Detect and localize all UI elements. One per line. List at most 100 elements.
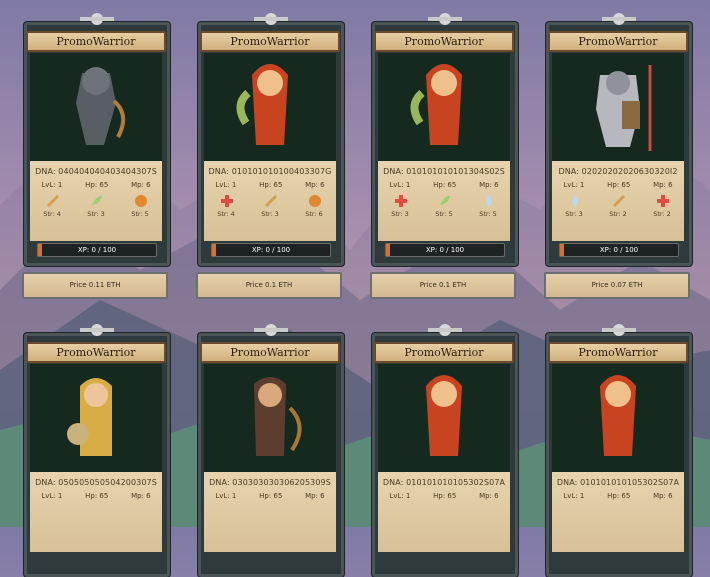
- price-plate: Price 0.11 ETH: [22, 272, 168, 299]
- mp: Mp: 6: [131, 181, 151, 189]
- fire-mage-icon: [378, 364, 510, 472]
- leaf-icon: [439, 195, 450, 205]
- skill-2[interactable]: Str: 3: [81, 192, 111, 218]
- dna: DNA: 040404040403404307S: [35, 167, 157, 176]
- card-2[interactable]: PromoWarrior DNA: 010101010100403307G Lv…: [198, 13, 344, 266]
- portrait: [204, 364, 336, 472]
- heal-cross-icon: [394, 195, 407, 207]
- card-title: PromoWarrior: [26, 31, 166, 52]
- hp: Hp: 65: [607, 181, 631, 189]
- card-3[interactable]: PromoWarrior DNA: 010101010101304S02S Lv…: [372, 13, 518, 266]
- mp: Mp: 6: [653, 492, 673, 500]
- sword-icon: [46, 194, 59, 208]
- skill-3[interactable]: Str: 5: [473, 192, 503, 218]
- skill-3[interactable]: Str: 6: [299, 192, 329, 218]
- portrait: [30, 53, 162, 161]
- skull-icon: [602, 324, 636, 336]
- dna: DNA: 030303030306205309S: [209, 478, 331, 487]
- xp-text: XP: 0 / 100: [599, 246, 639, 254]
- sword-icon: [612, 194, 625, 208]
- xp-text: XP: 0 / 100: [251, 246, 291, 254]
- skill-2[interactable]: Str: 3: [255, 192, 285, 218]
- level: LvL: 1: [389, 181, 411, 189]
- skill-label: Str: 5: [435, 210, 453, 218]
- skull-icon: [428, 13, 462, 25]
- card-title: PromoWarrior: [200, 31, 340, 52]
- xp-text: XP: 0 / 100: [425, 246, 465, 254]
- price-plate: Price 0.1 ETH: [370, 272, 516, 299]
- star-icon: [134, 195, 147, 207]
- skull-icon: [254, 324, 288, 336]
- price-plate: Price 0.07 ETH: [544, 272, 690, 299]
- heal-cross-icon: [220, 195, 233, 207]
- mp: Mp: 6: [305, 181, 325, 189]
- card-title: PromoWarrior: [374, 342, 514, 363]
- dna: DNA: 010101010100403307G: [208, 167, 332, 176]
- card-5[interactable]: PromoWarrior DNA: 050505050504200307S LvL…: [24, 324, 170, 577]
- paladin-icon: [30, 364, 162, 472]
- card-1[interactable]: PromoWarrior DNA: 040404040403404307S Lv…: [24, 13, 170, 266]
- stats-panel: DNA: 050505050504200307S LvL: 1 Hp: 65 Mp: …: [30, 472, 162, 552]
- stats-panel: DNA: 010101010105302S07A LvL: 1 Hp: 65 Mp: …: [552, 472, 684, 552]
- card-title: PromoWarrior: [200, 342, 340, 363]
- level: LvL: 1: [215, 181, 237, 189]
- portrait: [378, 364, 510, 472]
- skill-1[interactable]: Str: 4: [211, 192, 241, 218]
- skill-1[interactable]: Str: 4: [37, 192, 67, 218]
- hp: Hp: 65: [433, 181, 457, 189]
- skill-2[interactable]: Str: 2: [603, 192, 633, 218]
- card-7[interactable]: PromoWarrior DNA: 010101010105302S07A LvL…: [372, 324, 518, 577]
- dna: DNA: 050505050504200307S: [35, 478, 157, 487]
- level: LvL: 1: [389, 492, 411, 500]
- portrait: [552, 364, 684, 472]
- fire-mage-icon: [552, 364, 684, 472]
- skill-label: Str: 5: [131, 210, 149, 218]
- hp: Hp: 65: [607, 492, 631, 500]
- mp: Mp: 6: [653, 181, 673, 189]
- ice-icon: [571, 194, 578, 208]
- stats-panel: DNA: 02020202020630320I2 LvL: 1 Hp: 65 M…: [552, 161, 684, 241]
- dna: DNA: 010101010101304S02S: [383, 167, 505, 176]
- card-title: PromoWarrior: [374, 31, 514, 52]
- star-icon: [308, 195, 321, 207]
- leaf-icon: [91, 195, 102, 205]
- dna: DNA: 010101010105302S07A: [556, 478, 680, 487]
- hp: Hp: 65: [85, 492, 109, 500]
- skull-icon: [602, 13, 636, 25]
- skill-1[interactable]: Str: 3: [559, 192, 589, 218]
- skill-label: Str: 4: [43, 210, 61, 218]
- skill-3[interactable]: Str: 5: [125, 192, 155, 218]
- card-title: PromoWarrior: [548, 342, 688, 363]
- dna: DNA: 02020202020630320I2: [558, 167, 678, 176]
- card-4[interactable]: PromoWarrior DNA: 02020202020630320I2 Lv…: [546, 13, 692, 266]
- skull-icon: [428, 324, 462, 336]
- mp: Mp: 6: [305, 492, 325, 500]
- portrait: [552, 53, 684, 161]
- skill-1[interactable]: Str: 3: [385, 192, 415, 218]
- stats-panel: DNA: 030303030306205309S LvL: 1 Hp: 65 Mp: …: [204, 472, 336, 552]
- skill-3[interactable]: Str: 2: [647, 192, 677, 218]
- skill-2[interactable]: Str: 5: [429, 192, 459, 218]
- hp: Hp: 65: [259, 181, 283, 189]
- heal-cross-icon: [656, 195, 669, 207]
- hp: Hp: 65: [433, 492, 457, 500]
- card-title: PromoWarrior: [548, 31, 688, 52]
- price-plate: Price 0.1 ETH: [196, 272, 342, 299]
- game-scene: PromoWarrior DNA: 040404040403404307S Lv…: [0, 0, 710, 577]
- skill-label: Str: 3: [391, 210, 409, 218]
- stats-panel: DNA: 040404040403404307S LvL: 1 Hp: 65 M…: [30, 161, 162, 241]
- stats-panel: DNA: 010101010105302S07A LvL: 1 Hp: 65 Mp: …: [378, 472, 510, 552]
- skill-label: Str: 5: [479, 210, 497, 218]
- xp-bar: XP: 0 / 100: [559, 243, 679, 257]
- portrait: [204, 53, 336, 161]
- mp: Mp: 6: [479, 181, 499, 189]
- portrait: [30, 364, 162, 472]
- card-8[interactable]: PromoWarrior DNA: 010101010105302S07A LvL…: [546, 324, 692, 577]
- level: LvL: 1: [563, 492, 585, 500]
- fire-mage-icon: [204, 53, 336, 161]
- skill-label: Str: 6: [305, 210, 323, 218]
- skill-label: Str: 2: [653, 210, 671, 218]
- card-6[interactable]: PromoWarrior DNA: 030303030306205309S LvL…: [198, 324, 344, 577]
- skill-label: Str: 3: [261, 210, 279, 218]
- skill-label: Str: 4: [217, 210, 235, 218]
